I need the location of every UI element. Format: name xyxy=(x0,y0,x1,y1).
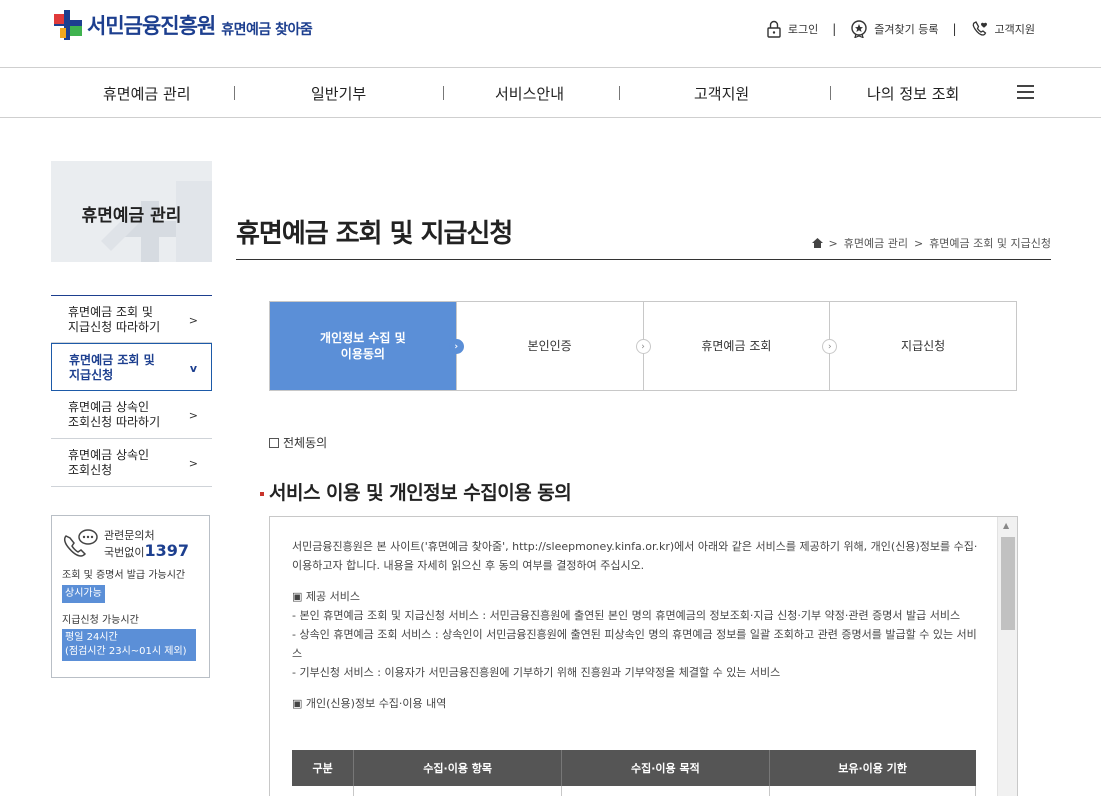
step-arrow-icon: › xyxy=(448,339,464,354)
sidebar-item-inquiry[interactable]: 휴면예금 조회 및 지급신청 v xyxy=(51,343,212,391)
step-label: 지급신청 xyxy=(901,339,946,353)
breadcrumb-separator: > xyxy=(828,236,838,250)
step-payment-request: 지급신청 xyxy=(830,302,1016,390)
bookmark-label: 즐겨찾기 등록 xyxy=(874,23,939,36)
gnb-divider xyxy=(234,86,235,100)
star-badge-icon xyxy=(851,20,867,38)
phone-heart-icon xyxy=(972,21,987,36)
support-label: 고객지원 xyxy=(994,23,1035,36)
bullet-icon xyxy=(260,491,264,496)
gnb-divider xyxy=(830,86,831,100)
sidebar-title-box: 휴면예금 관리 xyxy=(51,161,212,262)
util-divider: | xyxy=(832,22,837,36)
pay-hours-label: 지급신청 가능시간 xyxy=(62,615,139,626)
gnb-divider xyxy=(443,86,444,100)
section-title-text: 서비스 이용 및 개인정보 수집이용 동의 xyxy=(269,482,572,504)
table-header: 수집·이용 항목 xyxy=(353,750,563,786)
breadcrumb-separator: > xyxy=(913,236,924,250)
terms-paragraph: - 상속인 휴면예금 조회 서비스 : 상속인이 서민금융진흥원에 출연된 피상… xyxy=(292,628,977,660)
home-icon[interactable] xyxy=(811,238,823,248)
terms-intro: 서민금융진흥원은 본 사이트('휴면예금 찾아줌', http://sleepm… xyxy=(292,540,978,572)
global-nav: 휴면예금 관리 일반기부 서비스안내 고객지원 나의 정보 조회 xyxy=(0,68,1101,118)
login-link[interactable]: 로그인 xyxy=(766,20,818,38)
terms-content: 서민금융진흥원은 본 사이트('휴면예금 찾아줌', http://sleepm… xyxy=(292,537,978,713)
terms-heading: ▣ 제공 서비스 xyxy=(292,590,360,603)
sidebar-title: 휴면예금 관리 xyxy=(81,206,182,226)
table-header: 보유·이용 기한 xyxy=(769,750,976,786)
section-title: 서비스 이용 및 개인정보 수집이용 동의 xyxy=(260,478,572,505)
agree-all-checkbox[interactable]: 전체동의 xyxy=(269,434,327,451)
pay-hours-value: 평일 24시간 (점검시간 23시~01시 제외) xyxy=(62,629,196,661)
gnb-item-my-info[interactable]: 나의 정보 조회 xyxy=(867,83,959,104)
gnb-item-service-guide[interactable]: 서비스안내 xyxy=(495,83,564,104)
chevron-down-icon: v xyxy=(189,362,197,375)
chevron-right-icon: > xyxy=(188,409,198,422)
logo-mark-icon xyxy=(52,10,84,40)
step-label: 휴면예금 조회 xyxy=(701,339,772,353)
agree-all-label: 전체동의 xyxy=(283,436,328,450)
sidebar-item-heir-guide[interactable]: 휴면예금 상속인 조회신청 따라하기 > xyxy=(51,391,212,439)
sidebar-menu: 휴면예금 조회 및 지급신청 따라하기 > 휴면예금 조회 및 지급신청 v 휴… xyxy=(51,295,212,487)
checkbox-box[interactable] xyxy=(269,437,279,448)
collection-table: 구분 수집·이용 항목 수집·이용 목적 보유·이용 기한 xyxy=(292,750,977,796)
page-title: 휴면예금 조회 및 지급신청 xyxy=(236,219,513,249)
title-divider xyxy=(236,259,1051,260)
scrollbar[interactable]: ▲ xyxy=(997,517,1017,796)
lock-icon xyxy=(767,20,781,38)
contact-prefix: 국번없이 xyxy=(104,546,145,559)
cert-hours-value: 상시가능 xyxy=(62,585,105,603)
progress-steps: 개인정보 수집 및이용동의 › 본인인증 › 휴면예금 조회 › 지급신청 xyxy=(269,301,1017,391)
sidebar-item-heir-inquiry[interactable]: 휴면예금 상속인 조회신청 > xyxy=(51,439,212,487)
scrollbar-thumb[interactable] xyxy=(1001,537,1015,630)
terms-scroll-box[interactable]: 서민금융진흥원은 본 사이트('휴면예금 찾아줌', http://sleepm… xyxy=(269,516,1018,796)
scroll-up-icon[interactable]: ▲ xyxy=(1003,521,1009,530)
breadcrumb-item[interactable]: 휴면예금 조회 및 지급신청 xyxy=(929,235,1051,251)
step-consent: 개인정보 수집 및이용동의 › xyxy=(270,302,464,390)
logo-name: 서민금융진흥원 xyxy=(87,14,216,38)
menu-icon[interactable] xyxy=(1017,85,1034,100)
table-header: 수집·이용 목적 xyxy=(561,750,770,786)
bookmark-link[interactable]: 즐겨찾기 등록 xyxy=(850,20,938,38)
pay-hours-line: (점검시간 23시~01시 제외) xyxy=(65,646,187,657)
utility-menu: 로그인 | 즐겨찾기 등록 | 고객지원 xyxy=(766,20,1035,38)
site-header: 서민금융진흥원 휴면예금 찾아줌 로그인 | 즐겨찾기 등록 | 고객지원 xyxy=(0,0,1101,68)
cert-hours-label: 조회 및 증명서 발급 가능시간 xyxy=(62,570,186,581)
pay-hours-line: 평일 24시간 xyxy=(65,632,118,643)
util-divider: | xyxy=(952,22,957,36)
contact-number: 1397 xyxy=(144,541,190,560)
table-row xyxy=(292,786,977,796)
logo-subtitle: 휴면예금 찾아줌 xyxy=(221,22,313,38)
gnb-divider xyxy=(619,86,620,100)
gnb-item-dormant-deposit[interactable]: 휴면예금 관리 xyxy=(103,83,191,104)
gnb-item-customer-support[interactable]: 고객지원 xyxy=(694,83,749,104)
contact-info-box: 관련문의처 국번없이1397 조회 및 증명서 발급 가능시간 상시가능 지급신… xyxy=(51,515,210,678)
terms-heading: ▣ 개인(신용)정보 수집·이용 내역 xyxy=(292,697,447,710)
terms-paragraph: - 기부신청 서비스 : 이용자가 서민금융진흥원에 기부하기 위해 진흥원과 … xyxy=(292,666,781,679)
step-inquiry: 휴면예금 조회 › xyxy=(644,302,838,390)
gnb-item-donation[interactable]: 일반기부 xyxy=(311,83,366,104)
login-label: 로그인 xyxy=(787,23,819,36)
breadcrumb-item[interactable]: 휴면예금 관리 xyxy=(844,235,908,251)
chevron-right-icon: > xyxy=(188,457,198,470)
breadcrumb: > 휴면예금 관리 > 휴면예금 조회 및 지급신청 xyxy=(811,235,1051,251)
terms-paragraph: - 본인 휴면예금 조회 및 지급신청 서비스 : 서민금융진흥원에 출연된 본… xyxy=(292,609,961,622)
step-label: 이용동의 xyxy=(340,347,385,361)
support-link[interactable]: 고객지원 xyxy=(971,21,1035,37)
step-label: 개인정보 수집 및 xyxy=(320,331,406,345)
table-header: 구분 xyxy=(292,750,355,786)
chevron-right-icon: > xyxy=(188,314,198,327)
step-label: 본인인증 xyxy=(527,339,572,353)
step-arrow-icon: › xyxy=(635,339,651,354)
phone-chat-icon xyxy=(63,529,98,557)
step-verification: 본인인증 › xyxy=(457,302,651,390)
site-logo[interactable]: 서민금융진흥원 휴면예금 찾아줌 xyxy=(52,10,313,40)
sidebar-item-guide[interactable]: 휴면예금 조회 및 지급신청 따라하기 > xyxy=(51,295,212,343)
